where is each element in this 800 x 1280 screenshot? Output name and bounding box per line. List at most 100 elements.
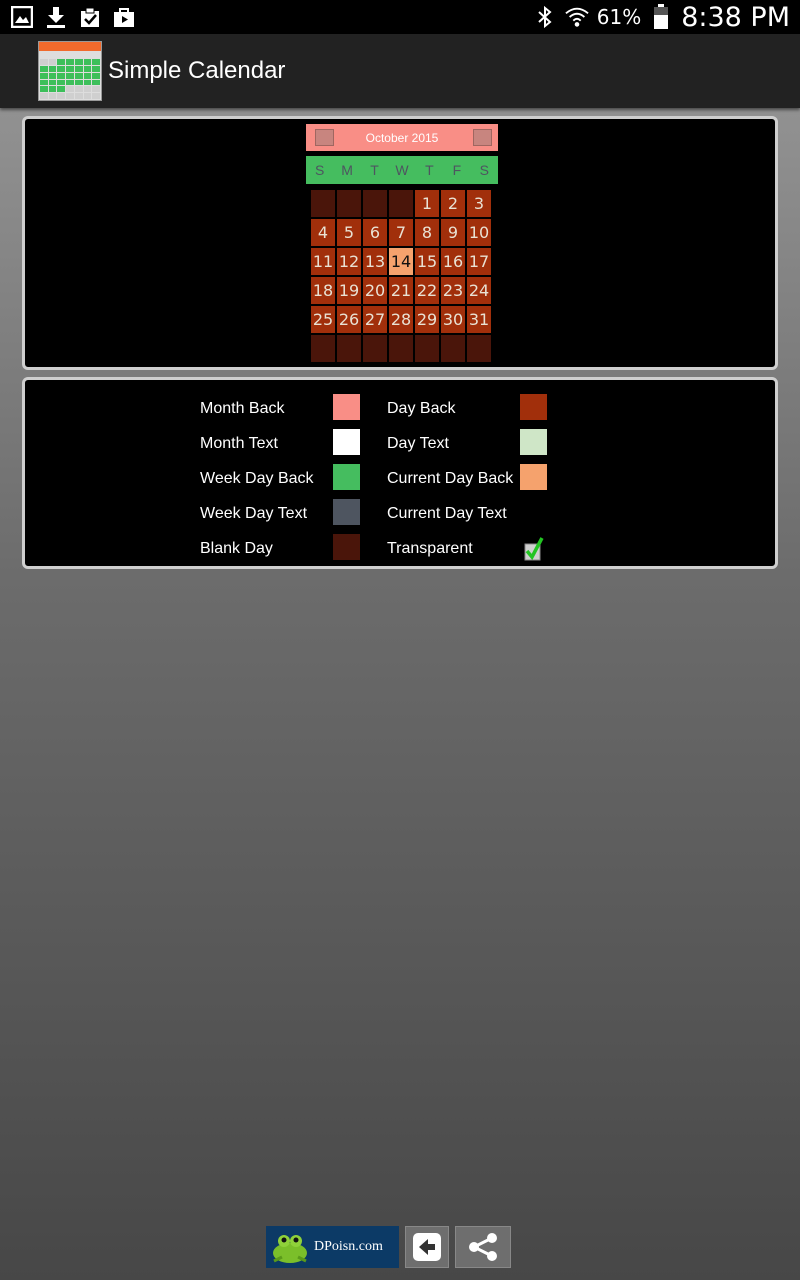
app-icon-cell: [57, 93, 66, 99]
day-text-label: Day Text: [387, 435, 449, 452]
color-legend: Month Back Day Back Month Text Day Text …: [200, 392, 560, 567]
app-icon-cell: [92, 93, 100, 99]
day-cell[interactable]: 16: [441, 248, 465, 275]
app-icon-cell: [48, 93, 57, 99]
day-cell[interactable]: 6: [363, 219, 387, 246]
app-icon-cell: [40, 93, 48, 99]
day-cell[interactable]: 22: [415, 277, 439, 304]
app-icon-cell: [74, 65, 83, 72]
weekday-label: M: [341, 162, 353, 178]
calendar-app-icon[interactable]: [38, 41, 102, 101]
current-day-cell[interactable]: 14: [389, 248, 413, 275]
month-bar[interactable]: October 2015: [306, 124, 498, 151]
blank-day-cell[interactable]: [363, 190, 387, 217]
app-icon-cell: [83, 79, 92, 86]
month-text-swatch[interactable]: [333, 429, 360, 455]
app-icon-cell: [66, 72, 74, 79]
days-grid: 1 2 3 4 5 6 7 8 9 10 11 12 13 14 15 16 17 18 19 20 21 22 23 24 2…: [311, 190, 493, 362]
app-icon-cell: [48, 79, 57, 86]
back-button[interactable]: [405, 1226, 449, 1268]
blank-day-cell[interactable]: [441, 335, 465, 362]
status-bar: 61% 8:38 PM: [0, 0, 800, 34]
app-icon-cell: [57, 79, 66, 86]
day-cell[interactable]: 11: [311, 248, 335, 275]
day-cell[interactable]: 30: [441, 306, 465, 333]
current-day-back-swatch[interactable]: [520, 464, 547, 490]
week-day-back-swatch[interactable]: [333, 464, 360, 490]
day-cell[interactable]: 8: [415, 219, 439, 246]
day-cell[interactable]: 26: [337, 306, 361, 333]
blank-day-cell[interactable]: [363, 335, 387, 362]
gallery-icon: [10, 5, 34, 29]
blank-day-cell[interactable]: [415, 335, 439, 362]
download-icon: [44, 5, 68, 29]
app-icon-cell: [66, 93, 74, 99]
day-cell[interactable]: 21: [389, 277, 413, 304]
app-icon-cell: [66, 79, 74, 86]
day-cell[interactable]: 23: [441, 277, 465, 304]
week-day-text-swatch[interactable]: [333, 499, 360, 525]
day-cell[interactable]: 1: [415, 190, 439, 217]
day-cell[interactable]: 18: [311, 277, 335, 304]
blank-day-cell[interactable]: [337, 335, 361, 362]
week-day-bar[interactable]: SMTWTFS: [306, 156, 498, 184]
day-cell[interactable]: 12: [337, 248, 361, 275]
month-back-swatch[interactable]: [333, 394, 360, 420]
app-icon-cell: [40, 72, 48, 79]
day-cell[interactable]: 4: [311, 219, 335, 246]
day-cell[interactable]: 3: [467, 190, 491, 217]
day-cell[interactable]: 2: [441, 190, 465, 217]
current-day-text-swatch[interactable]: [520, 499, 547, 525]
day-cell[interactable]: 10: [467, 219, 491, 246]
day-cell[interactable]: 13: [363, 248, 387, 275]
blank-day-swatch[interactable]: [333, 534, 360, 560]
legend-row: Month Back Day Back: [200, 392, 560, 427]
day-cell[interactable]: 5: [337, 219, 361, 246]
day-cell[interactable]: 17: [467, 248, 491, 275]
day-cell[interactable]: 15: [415, 248, 439, 275]
blank-day-cell[interactable]: [389, 190, 413, 217]
day-cell[interactable]: 27: [363, 306, 387, 333]
transparent-checkbox[interactable]: [524, 536, 544, 561]
day-cell[interactable]: 29: [415, 306, 439, 333]
day-cell[interactable]: 31: [467, 306, 491, 333]
weekday-label: T: [370, 162, 379, 178]
blank-day-cell[interactable]: [311, 335, 335, 362]
day-cell[interactable]: 25: [311, 306, 335, 333]
bottom-bar: DPoisn.com: [266, 1226, 511, 1268]
week-day-back-label: Week Day Back: [200, 470, 314, 487]
day-cell[interactable]: 7: [389, 219, 413, 246]
day-cell[interactable]: 20: [363, 277, 387, 304]
calendar-widget: October 2015 SMTWTFS 1 2 3 4 5 6 7 8 9 10 11 12 13 14…: [306, 124, 498, 362]
dpoisn-logo[interactable]: DPoisn.com: [266, 1226, 399, 1268]
blank-day-cell[interactable]: [311, 190, 335, 217]
day-cell[interactable]: 9: [441, 219, 465, 246]
app-icon-cell: [40, 65, 48, 72]
prev-month-button[interactable]: [315, 129, 334, 146]
weekday-label: F: [452, 162, 462, 178]
app-icon-cell: [83, 93, 92, 99]
next-month-button[interactable]: [473, 129, 492, 146]
blank-day-cell[interactable]: [337, 190, 361, 217]
share-button[interactable]: [455, 1226, 511, 1268]
legend-row: Week Day Text Current Day Text: [200, 497, 560, 532]
week-day-text-label: Week Day Text: [200, 505, 308, 522]
current-day-back-label: Current Day Back: [387, 470, 514, 487]
day-cell[interactable]: 19: [337, 277, 361, 304]
day-back-label: Day Back: [387, 400, 456, 417]
day-text-swatch[interactable]: [520, 429, 547, 455]
day-back-swatch[interactable]: [520, 394, 547, 420]
app-icon-cell: [40, 86, 48, 93]
app-icon-cell: [66, 86, 74, 93]
weekday-label: T: [425, 162, 434, 178]
shopping-bag-icon: [112, 5, 136, 29]
day-cell[interactable]: 28: [389, 306, 413, 333]
blank-day-cell[interactable]: [467, 335, 491, 362]
back-arrow-icon: [413, 1233, 441, 1261]
blank-day-cell[interactable]: [389, 335, 413, 362]
app-icon-cell: [83, 65, 92, 72]
app-icon-month-bar: [39, 42, 101, 51]
day-cell[interactable]: 24: [467, 277, 491, 304]
app-icon-grid: [40, 59, 100, 99]
weekday-label: W: [395, 162, 409, 178]
